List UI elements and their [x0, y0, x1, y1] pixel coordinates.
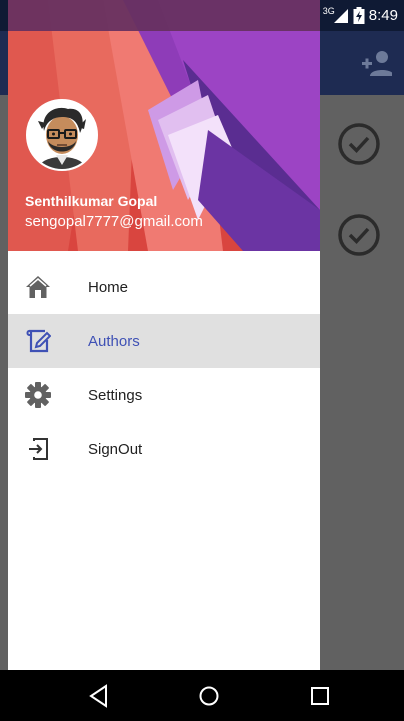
- menu-label-settings: Settings: [88, 386, 143, 404]
- network-type: 3G: [322, 5, 335, 16]
- signal-icon: [333, 8, 348, 23]
- drawer-header: Senthilkumar Gopal sengopal7777@gmail.co…: [8, 0, 320, 251]
- drawer-menu: Home Authors Settings SignOut: [8, 260, 320, 476]
- gear-icon: [24, 381, 52, 409]
- edit-note-icon: [24, 327, 52, 355]
- check-circle-icon[interactable]: [337, 213, 381, 257]
- user-email: sengopal7777@gmail.com: [25, 213, 203, 230]
- clock: 8:49: [368, 7, 398, 24]
- recents-icon[interactable]: [307, 683, 333, 709]
- check-circle-icon[interactable]: [337, 122, 381, 166]
- menu-item-signout[interactable]: SignOut: [8, 422, 320, 476]
- user-name: Senthilkumar Gopal: [25, 193, 158, 209]
- menu-item-home[interactable]: Home: [8, 260, 320, 314]
- home-circle-icon[interactable]: [196, 683, 222, 709]
- navigation-drawer: Senthilkumar Gopal sengopal7777@gmail.co…: [8, 0, 320, 670]
- system-nav-bar: [0, 670, 404, 721]
- screen: 3G 8:49 Senthilkumar Gopal sengopal7777@…: [0, 0, 404, 721]
- avatar[interactable]: [26, 99, 98, 171]
- battery-icon: [353, 7, 365, 24]
- menu-label-home: Home: [88, 278, 129, 296]
- avatar-image: [28, 101, 96, 169]
- menu-item-settings[interactable]: Settings: [8, 368, 320, 422]
- sign-out-icon: [24, 435, 52, 463]
- menu-label-signout: SignOut: [88, 440, 143, 458]
- menu-label-authors: Authors: [88, 332, 140, 350]
- home-icon: [24, 273, 52, 301]
- add-person-icon[interactable]: [360, 49, 392, 77]
- menu-item-authors[interactable]: Authors: [8, 314, 320, 368]
- back-icon[interactable]: [86, 683, 112, 709]
